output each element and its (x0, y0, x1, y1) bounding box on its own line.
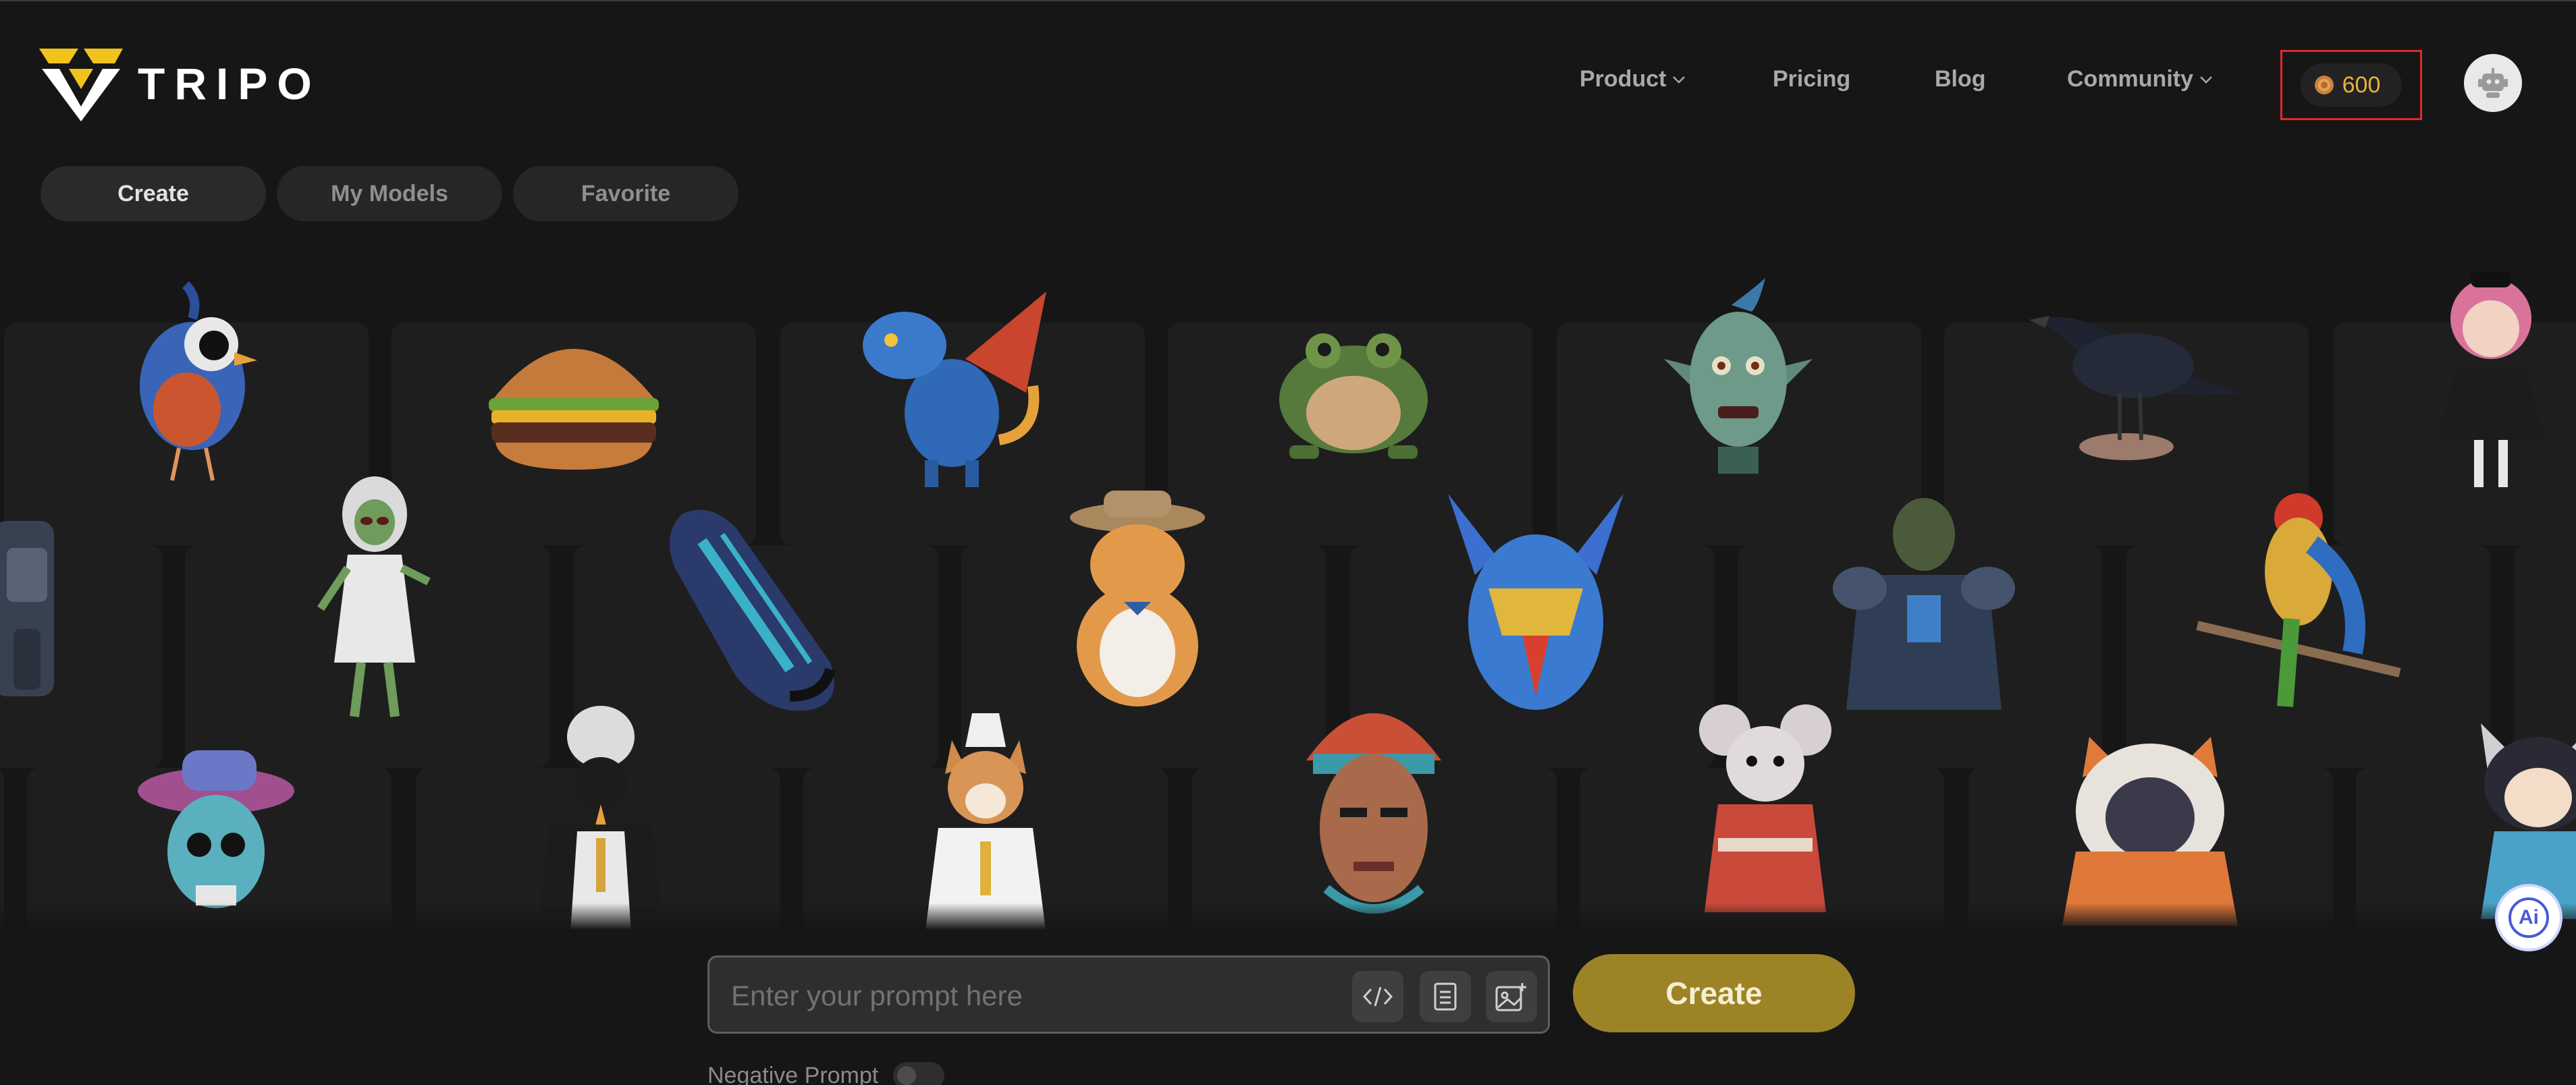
model-mouse-kimono[interactable] (1698, 703, 1833, 930)
credits-button[interactable]: 600 (2300, 63, 2403, 107)
nav-pricing[interactable]: Pricing (1773, 66, 1850, 92)
create-button[interactable]: Create (1573, 954, 1855, 1032)
model-goblin-head[interactable] (1651, 278, 1826, 480)
credits-balance: 600 (2342, 72, 2381, 98)
prompt-bar (707, 955, 1550, 1034)
create-button-label: Create (1665, 976, 1763, 1011)
prompt-input[interactable] (730, 975, 1340, 1017)
app-page: TRIPO Product Pricing Blog Community 600 (0, 0, 2576, 1085)
model-parrot[interactable] (2191, 491, 2407, 713)
document-icon (1434, 982, 1457, 1011)
model-gallery (0, 258, 2576, 930)
top-nav: Product Pricing Blog Community (0, 66, 2576, 100)
tab-favorite[interactable]: Favorite (513, 166, 739, 221)
document-button[interactable] (1420, 971, 1471, 1022)
nav-pricing-label: Pricing (1773, 66, 1851, 92)
negative-prompt-label: Negative Prompt (707, 1062, 879, 1085)
model-burger[interactable] (479, 325, 668, 474)
coin-icon (2314, 76, 2334, 94)
gallery-tile[interactable] (0, 768, 4, 930)
ai-assistant-label: Ai (2519, 906, 2539, 928)
chevron-down-icon (2200, 76, 2212, 84)
model-crow[interactable] (2025, 291, 2255, 467)
user-avatar[interactable] (2464, 54, 2522, 112)
chevron-down-icon (1673, 76, 1686, 84)
tab-my-models[interactable]: My Models (277, 166, 502, 221)
model-bird[interactable] (125, 271, 260, 487)
code-button[interactable] (1352, 971, 1403, 1022)
code-icon (1363, 986, 1393, 1007)
model-shiba-pope[interactable] (918, 713, 1053, 930)
image-upload-icon (1495, 983, 1526, 1011)
tab-create[interactable]: Create (41, 166, 266, 221)
model-tribal-mask[interactable] (1299, 713, 1448, 929)
nav-blog[interactable]: Blog (1935, 66, 1986, 92)
tab-create-label: Create (117, 180, 189, 206)
model-alien[interactable] (307, 474, 442, 730)
model-toad[interactable] (1262, 298, 1445, 474)
tab-my-models-label: My Models (331, 180, 448, 206)
tab-favorite-label: Favorite (581, 180, 671, 206)
image-upload-button[interactable] (1486, 971, 1537, 1022)
nav-blog-label: Blog (1935, 66, 1986, 92)
model-skull-cowboy[interactable] (135, 744, 297, 926)
model-orc-warrior[interactable] (1833, 494, 2015, 723)
nav-community[interactable]: Community (2067, 66, 2213, 92)
model-penguin-priest[interactable] (530, 703, 672, 930)
robot-avatar-icon (2478, 68, 2508, 98)
model-hooded-fox[interactable] (2062, 723, 2238, 926)
model-armored-knight[interactable] (0, 507, 68, 710)
negative-prompt-row: Negative Prompt (707, 1062, 945, 1085)
model-dragon[interactable] (851, 278, 1053, 494)
model-robot-helmet[interactable] (1448, 494, 1624, 723)
nav-product-label: Product (1580, 66, 1667, 92)
model-doll-girl[interactable] (2430, 265, 2552, 507)
nav-product[interactable]: Product (1580, 66, 1686, 92)
ai-assistant-button[interactable]: Ai (2495, 884, 2562, 951)
model-sneaker[interactable] (662, 501, 851, 717)
nav-community-label: Community (2067, 66, 2193, 92)
negative-prompt-toggle[interactable] (893, 1062, 945, 1085)
credits-highlight: 600 (2280, 50, 2422, 120)
model-cat-in-hat[interactable] (1063, 491, 1212, 713)
